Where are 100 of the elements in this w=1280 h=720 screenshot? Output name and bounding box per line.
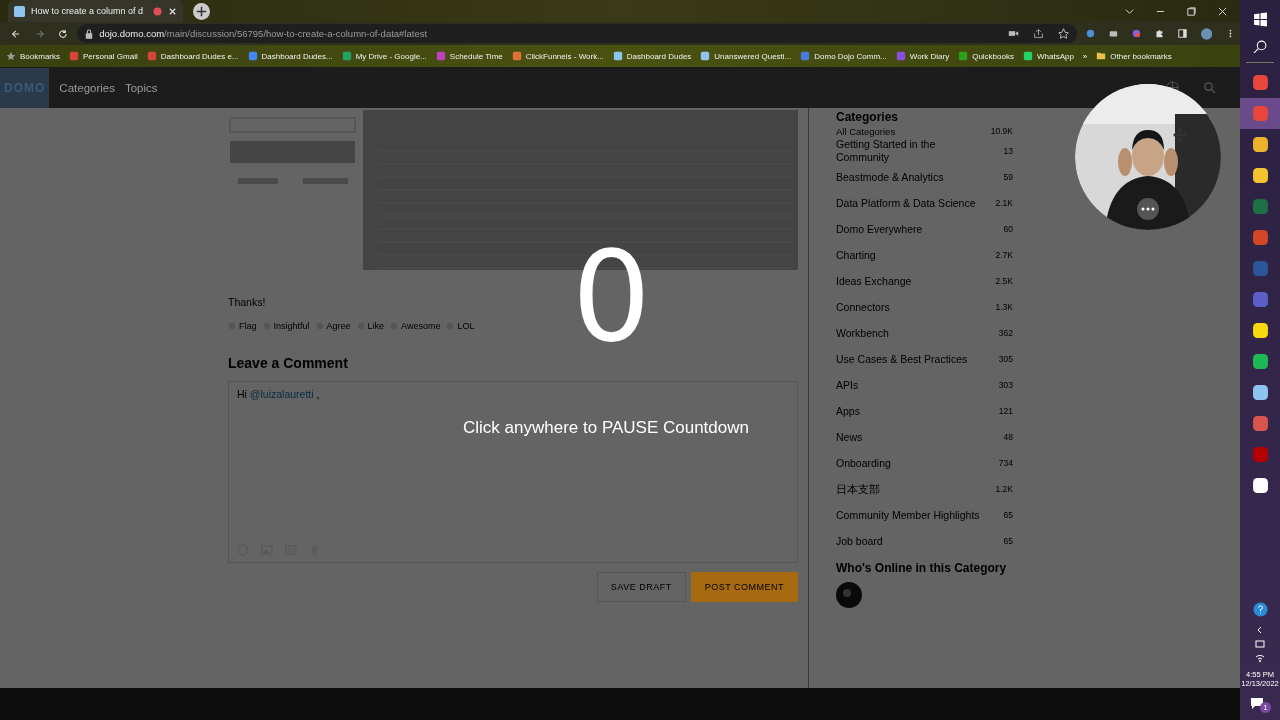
bookmark[interactable]: Work Diary (895, 51, 950, 61)
category-name: Community Member Highlights (836, 508, 980, 522)
category-name: 日本支部 (836, 482, 880, 496)
close-icon[interactable] (168, 6, 177, 16)
share-icon[interactable] (1033, 28, 1045, 39)
category-item[interactable]: Onboarding 734 (836, 450, 1013, 476)
forward-icon[interactable] (34, 27, 45, 40)
network-icon[interactable] (1255, 639, 1265, 649)
category-count: 13 (1003, 146, 1013, 156)
category-count: 2.5K (995, 276, 1013, 286)
category-name: Use Cases & Best Practices (836, 352, 968, 366)
nav-link[interactable]: Categories (59, 81, 115, 94)
lock-icon (85, 28, 94, 39)
back-icon[interactable] (11, 27, 21, 40)
category-count: 305 (998, 354, 1013, 364)
wifi-icon[interactable] (1255, 653, 1265, 663)
more-bookmarks-button[interactable]: » (1082, 51, 1088, 61)
category-count: 10.9K (990, 126, 1013, 136)
countdown-number: 0 (572, 235, 651, 359)
category-item[interactable]: Community Member Highlights 65 (836, 502, 1013, 528)
save-draft-button[interactable]: SAVE DRAFT (596, 572, 686, 602)
reaction-button[interactable]: Insightful (262, 321, 310, 331)
restore-icon[interactable] (1186, 5, 1197, 17)
bookmark[interactable]: Dashboard Dudes... (247, 51, 333, 61)
category-name: Beastmode & Analytics (836, 170, 944, 184)
category-count: 59 (1003, 172, 1013, 182)
category-name: APIs (836, 378, 859, 392)
reaction-button[interactable]: Flag (228, 321, 257, 331)
star-icon[interactable] (1058, 28, 1070, 39)
avatar-icon[interactable] (1200, 26, 1213, 41)
category-count: 65 (1003, 536, 1013, 546)
bookmark[interactable]: Unanswered Questi... (700, 51, 792, 61)
bookmark[interactable]: WhatsApp (1022, 51, 1074, 61)
category-item[interactable]: Job board 65 (836, 528, 1013, 554)
folder-icon (1096, 51, 1107, 61)
bookmark[interactable]: Personal Gmail (69, 51, 138, 61)
category-item[interactable]: Getting Started in the Community 13 (836, 138, 1013, 164)
more-button[interactable] (1137, 198, 1159, 220)
sidebar-heading: Categories (836, 110, 900, 124)
category-item[interactable]: Domo Everywhere 60 (836, 216, 1013, 242)
bookmark[interactable]: Schedule Time (435, 51, 503, 61)
record-icon (153, 6, 162, 16)
new-tab-button[interactable] (193, 2, 210, 20)
category-item[interactable]: Workbench 362 (836, 320, 1013, 346)
sidebar-heading: Who's Online in this Category (836, 560, 1008, 576)
reaction-button[interactable]: Like (356, 321, 385, 331)
site-icon (14, 5, 25, 17)
post-text: Thanks! (228, 296, 267, 308)
bookmark[interactable]: Quickbooks (958, 51, 1014, 61)
category-item[interactable]: All Categories 10.9K (836, 124, 1013, 138)
category-item[interactable]: Charting 2.7K (836, 242, 1013, 268)
category-item[interactable]: Ideas Exchange 2.5K (836, 268, 1013, 294)
category-item[interactable]: APIs 303 (836, 372, 1013, 398)
puzzle-icon[interactable] (1154, 28, 1164, 39)
category-item[interactable]: News 48 (836, 424, 1013, 450)
section-heading: Leave a Comment (228, 355, 349, 371)
countdown-hint[interactable]: Click anywhere to PAUSE Countdown (463, 418, 749, 438)
address-bar[interactable]: dojo.domo.com/main/discussion/56795/how-to-create-a-column-of-data#latest (77, 24, 1078, 43)
reaction-button[interactable]: Awesome (390, 321, 441, 331)
category-name: Charting (836, 248, 876, 262)
post-comment-button[interactable]: POST COMMENT (690, 572, 798, 602)
category-name: Onboarding (836, 456, 891, 470)
bookmark[interactable]: ClickFunnels - Work... (511, 51, 604, 61)
user-avatar[interactable] (836, 582, 862, 608)
reload-icon[interactable] (58, 27, 69, 40)
category-count: 303 (998, 380, 1013, 390)
category-item[interactable]: 日本支部 1.2K (836, 476, 1013, 502)
category-item[interactable]: Apps 121 (836, 398, 1013, 424)
category-name: Getting Started in the Community (836, 138, 937, 164)
category-count: 60 (1003, 224, 1013, 234)
category-count: 1.2K (995, 484, 1013, 494)
bookmark[interactable]: Dashboard Dudes e... (146, 51, 239, 61)
sidebar-icon[interactable] (1177, 28, 1187, 39)
help-icon[interactable] (1252, 602, 1268, 617)
category-item[interactable]: Use Cases & Best Practices 305 (836, 346, 1013, 372)
nav-link[interactable]: Topics (124, 81, 158, 94)
windows-icon[interactable] (1252, 12, 1268, 27)
category-name: Connectors (836, 300, 890, 314)
chat-icon (1250, 696, 1264, 710)
category-count: 2.1K (995, 198, 1013, 208)
mention-link[interactable]: @luizalauretti (249, 388, 314, 400)
category-item[interactable]: Beastmode & Analytics 59 (836, 164, 1013, 190)
category-count: 1.3K (995, 302, 1013, 312)
bookmark[interactable]: My Drive - Google... (341, 51, 427, 61)
bookmark[interactable]: Domo Dojo Comm... (800, 51, 887, 61)
category-count: 48 (1003, 432, 1013, 442)
close-icon[interactable] (1217, 5, 1228, 17)
category-name: All Categories (836, 124, 896, 138)
category-name: Job board (836, 534, 883, 548)
browser-tab[interactable]: How to create a column of d (8, 0, 183, 22)
bookmark[interactable]: Dashboard Dudes (612, 51, 692, 61)
bookmark[interactable]: Bookmarks (6, 51, 60, 61)
reaction-button[interactable]: Agree (315, 321, 351, 331)
other-bookmarks[interactable]: Other bookmarks (1096, 51, 1172, 61)
search-icon[interactable] (1252, 39, 1268, 54)
category-name: News (836, 430, 863, 444)
category-name: Apps (836, 404, 860, 418)
category-item[interactable]: Data Platform & Data Science 2.1K (836, 190, 1013, 216)
category-item[interactable]: Connectors 1.3K (836, 294, 1013, 320)
reaction-button[interactable]: LOL (446, 321, 475, 331)
